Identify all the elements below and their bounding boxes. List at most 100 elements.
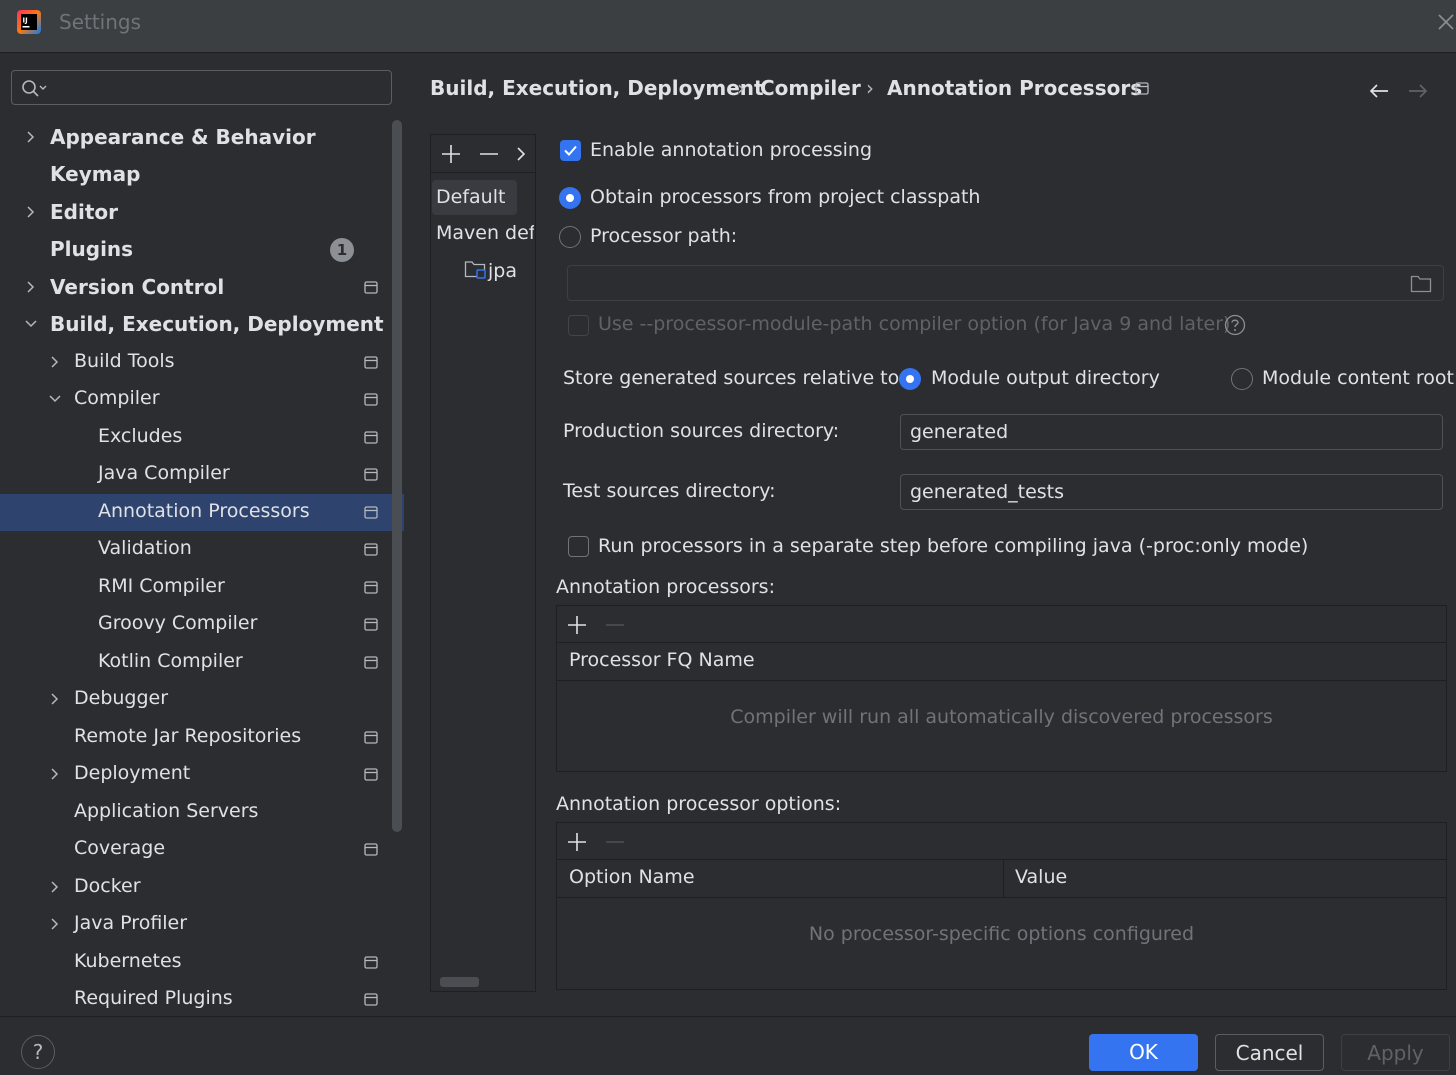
sidebar-item-annotation-processors[interactable]: Annotation Processors xyxy=(0,494,404,531)
search-input[interactable] xyxy=(11,70,392,105)
project-level-icon xyxy=(364,656,378,669)
profile-toolbar xyxy=(431,135,535,173)
sidebar-item-deployment[interactable]: Deployment xyxy=(0,756,404,793)
production-dir-input[interactable]: generated xyxy=(900,414,1443,450)
profile-item-maven[interactable]: Maven default annotation processors prof… xyxy=(436,222,534,244)
sidebar-item-appearance-behavior[interactable]: Appearance & Behavior xyxy=(0,119,404,156)
sidebar-scrollbar[interactable] xyxy=(392,120,402,832)
sidebar-item-label: Application Servers xyxy=(74,800,259,822)
sidebar-item-application-servers[interactable]: Application Servers xyxy=(0,794,404,831)
chevron-down-icon[interactable] xyxy=(48,392,62,406)
module-folder-icon xyxy=(464,258,488,280)
sidebar-item-editor[interactable]: Editor xyxy=(0,194,404,231)
column-header-processor-fq-name[interactable]: Processor FQ Name xyxy=(569,649,755,671)
sidebar-item-label: Keymap xyxy=(50,162,141,186)
help-button[interactable]: ? xyxy=(21,1035,55,1069)
profile-list-scrollbar[interactable] xyxy=(440,977,479,987)
module-output-directory-label: Module output directory xyxy=(931,367,1160,389)
table-header: Option Name Value xyxy=(557,860,1446,898)
sidebar-item-docker[interactable]: Docker xyxy=(0,869,404,906)
sidebar-item-kotlin-compiler[interactable]: Kotlin Compiler xyxy=(0,644,404,681)
sidebar-item-plugins[interactable]: Plugins 1 xyxy=(0,231,404,268)
project-level-icon xyxy=(364,281,378,294)
intellij-logo-icon: IJ xyxy=(16,9,42,35)
separate-step-checkbox[interactable] xyxy=(568,536,589,557)
sidebar-item-version-control[interactable]: Version Control xyxy=(0,269,404,306)
chevron-right-icon[interactable] xyxy=(511,144,531,164)
chevron-right-icon[interactable] xyxy=(24,205,38,219)
remove-icon[interactable] xyxy=(479,144,499,164)
back-arrow-icon[interactable] xyxy=(1368,81,1390,101)
ok-button[interactable]: OK xyxy=(1089,1034,1198,1071)
sidebar-item-validation[interactable]: Validation xyxy=(0,531,404,568)
forward-arrow-icon[interactable] xyxy=(1407,81,1429,101)
processor-path-radio[interactable] xyxy=(559,226,581,248)
chevron-right-icon[interactable] xyxy=(24,280,38,294)
annotation-processors-title: Annotation processors: xyxy=(556,576,775,598)
module-path-label: Use --processor-module-path compiler opt… xyxy=(598,313,1231,335)
processor-path-field[interactable] xyxy=(567,265,1444,301)
close-icon[interactable] xyxy=(1436,12,1456,32)
project-level-icon xyxy=(364,843,378,856)
sidebar-item-label: Required Plugins xyxy=(74,987,233,1009)
sidebar-item-debugger[interactable]: Debugger xyxy=(0,681,404,718)
chevron-down-icon[interactable] xyxy=(24,317,38,331)
cancel-button[interactable]: Cancel xyxy=(1215,1034,1324,1071)
profile-item-label: Default xyxy=(436,186,506,208)
project-level-icon xyxy=(364,356,378,369)
sidebar-item-label: Java Profiler xyxy=(74,912,188,934)
sidebar-item-label: Compiler xyxy=(74,387,160,409)
sidebar-item-coverage[interactable]: Coverage xyxy=(0,831,404,868)
production-dir-value: generated xyxy=(910,421,1009,443)
chevron-right-icon[interactable] xyxy=(48,917,62,931)
processor-options-table: Option Name Value No processor-specific … xyxy=(556,822,1447,990)
sidebar-item-compiler[interactable]: Compiler xyxy=(0,381,404,418)
project-level-icon xyxy=(364,468,378,481)
sidebar-item-rmi-compiler[interactable]: RMI Compiler xyxy=(0,569,404,606)
sidebar-item-remote-jar-repositories[interactable]: Remote Jar Repositories xyxy=(0,719,404,756)
test-dir-input[interactable]: generated_tests xyxy=(900,474,1443,510)
sidebar-item-keymap[interactable]: Keymap xyxy=(0,156,404,193)
add-icon[interactable] xyxy=(441,144,461,164)
remove-icon[interactable] xyxy=(605,615,625,635)
column-header-option-name[interactable]: Option Name xyxy=(569,866,695,888)
chevron-right-icon[interactable] xyxy=(48,355,62,369)
sidebar-item-label: Kubernetes xyxy=(74,950,182,972)
chevron-right-icon[interactable] xyxy=(48,692,62,706)
module-item-jpa[interactable]: jpa xyxy=(464,258,517,282)
breadcrumb-item[interactable]: Compiler xyxy=(760,76,861,100)
sidebar-item-java-profiler[interactable]: Java Profiler xyxy=(0,906,404,943)
add-icon[interactable] xyxy=(567,615,587,635)
title-bar xyxy=(0,0,1456,53)
module-path-checkbox[interactable] xyxy=(568,315,589,336)
sidebar-item-java-compiler[interactable]: Java Compiler xyxy=(0,456,404,493)
module-output-directory-radio[interactable] xyxy=(899,368,921,390)
module-content-root-radio[interactable] xyxy=(1231,368,1253,390)
sidebar-item-build-tools[interactable]: Build Tools xyxy=(0,344,404,381)
breadcrumb-separator: › xyxy=(737,76,745,100)
project-level-icon xyxy=(364,543,378,556)
test-dir-label: Test sources directory: xyxy=(563,480,776,502)
add-icon[interactable] xyxy=(567,832,587,852)
table-toolbar xyxy=(557,823,1446,860)
profile-item-default[interactable]: Default xyxy=(432,180,517,215)
folder-browse-icon[interactable] xyxy=(1410,274,1432,293)
obtain-classpath-radio[interactable] xyxy=(559,187,581,209)
enable-annotation-processing-checkbox[interactable] xyxy=(560,140,581,161)
store-relative-label: Store generated sources relative to: xyxy=(563,367,906,389)
sidebar-item-label: Docker xyxy=(74,875,141,897)
chevron-right-icon[interactable] xyxy=(48,880,62,894)
remove-icon[interactable] xyxy=(605,832,625,852)
sidebar-item-kubernetes[interactable]: Kubernetes xyxy=(0,944,404,981)
sidebar-item-required-plugins[interactable]: Required Plugins xyxy=(0,981,404,1018)
column-header-value[interactable]: Value xyxy=(1015,866,1067,888)
sidebar-item-build-execution-deployment[interactable]: Build, Execution, Deployment xyxy=(0,306,404,343)
help-icon[interactable] xyxy=(1224,314,1246,336)
apply-button[interactable]: Apply xyxy=(1341,1034,1450,1071)
chevron-right-icon[interactable] xyxy=(24,130,38,144)
breadcrumb-item[interactable]: Build, Execution, Deployment xyxy=(430,76,764,100)
chevron-right-icon[interactable] xyxy=(48,767,62,781)
search-icon[interactable] xyxy=(20,78,48,98)
sidebar-item-excludes[interactable]: Excludes xyxy=(0,419,404,456)
sidebar-item-groovy-compiler[interactable]: Groovy Compiler xyxy=(0,606,404,643)
